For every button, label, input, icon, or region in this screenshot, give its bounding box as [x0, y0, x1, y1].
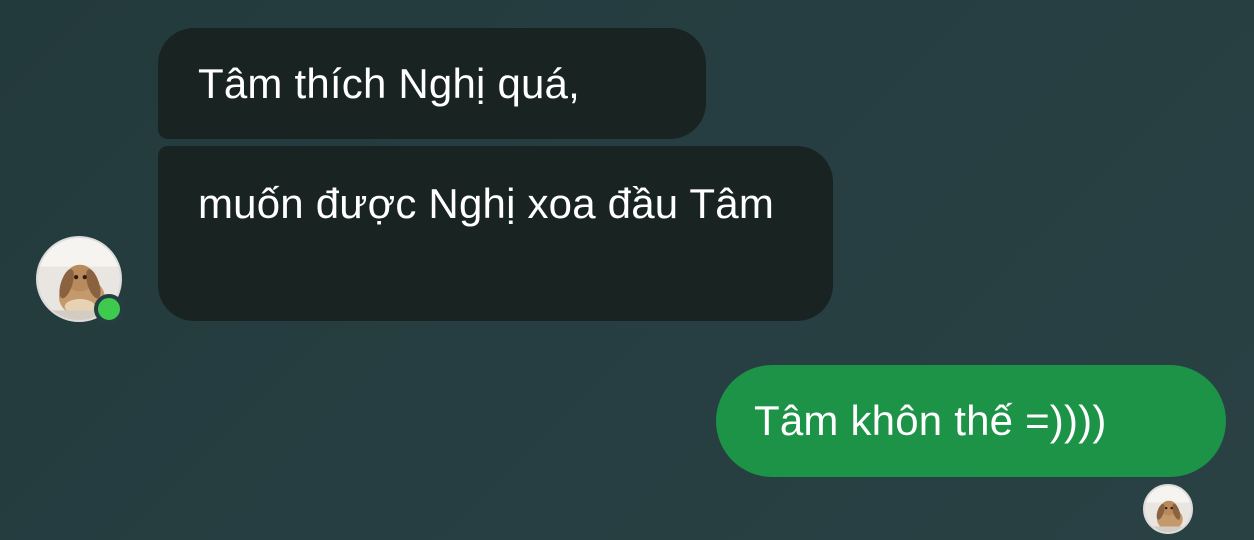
message-text: Tâm thích Nghị quá, [198, 60, 580, 107]
message-text: Tâm khôn thế =)))) [754, 397, 1107, 444]
incoming-message-bubble[interactable]: muốn được Nghị xoa đầu Tâm [158, 146, 833, 321]
message-text: muốn được Nghị xoa đầu Tâm [198, 180, 775, 227]
read-receipt-avatar [1143, 484, 1193, 534]
incoming-message-bubble[interactable]: Tâm thích Nghị quá, [158, 28, 706, 139]
chat-thread: Tâm thích Nghị quá, muốn được Nghị xoa đ… [0, 0, 1254, 540]
outgoing-message-bubble[interactable]: Tâm khôn thế =)))) [716, 365, 1226, 477]
rabbit-avatar-icon [1145, 486, 1191, 532]
online-status-indicator [94, 294, 124, 324]
